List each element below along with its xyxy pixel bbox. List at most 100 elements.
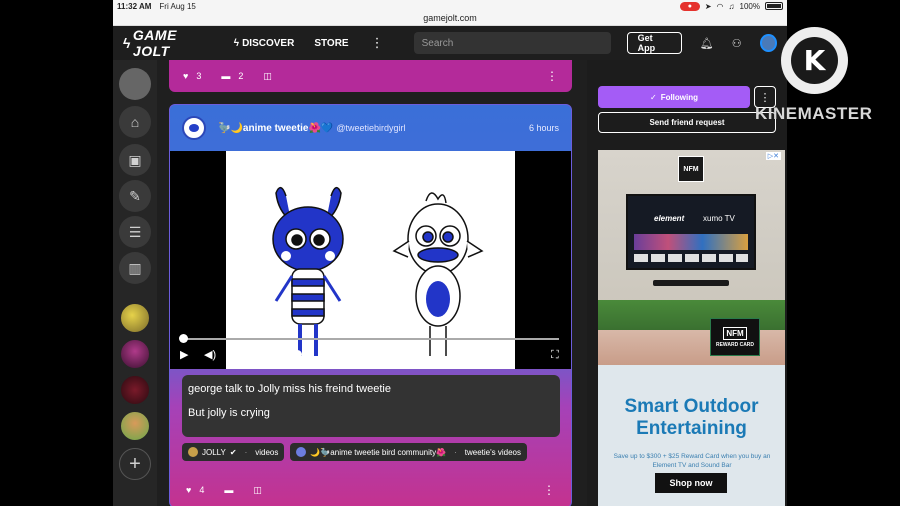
left-sidebar: ⌂ ▣ ✎ ☰ ▥ + bbox=[113, 60, 157, 506]
add-community-icon[interactable]: + bbox=[119, 448, 151, 480]
send-friend-request-button[interactable]: Send friend request bbox=[598, 112, 776, 133]
post-more-icon[interactable]: ⋮ bbox=[546, 69, 558, 83]
user-avatar[interactable] bbox=[759, 34, 777, 52]
previous-post-actions: ♥ 3 ▬ 2 ◫ ⋮ bbox=[169, 60, 572, 92]
sidebar-community-2[interactable] bbox=[119, 338, 151, 370]
post-more-icon[interactable]: ⋮ bbox=[543, 483, 555, 497]
screen: 11:32 AM Fri Aug 15 ● ➤ ◠ ♫ 100% gamejol… bbox=[0, 0, 900, 506]
discover-link[interactable]: ϟ DISCOVER bbox=[234, 38, 295, 49]
tv-platform-text: xumo TV bbox=[703, 214, 735, 223]
like-icon[interactable]: ♥ bbox=[183, 71, 188, 81]
post-card: 🦤🌙anime tweetie🌺💙 @tweetiebirdygirl 6 ho… bbox=[169, 104, 572, 506]
community-name: 🌙🦤anime tweetie bird community🌺 bbox=[310, 447, 447, 457]
caption-line-2: But jolly is crying bbox=[188, 407, 270, 419]
volume-fill bbox=[226, 354, 295, 356]
tv-apps bbox=[634, 254, 748, 262]
previous-likes-count: 3 bbox=[196, 71, 202, 81]
kinemaster-logo: K bbox=[781, 27, 848, 94]
top-nav: ϟ GAME JOLT ϟ DISCOVER STORE ⋮ Search Ge… bbox=[113, 26, 787, 60]
library-icon[interactable]: ▥ bbox=[119, 252, 151, 284]
check-icon: ✓ bbox=[649, 92, 657, 102]
community-avatar-icon bbox=[296, 447, 307, 457]
following-button[interactable]: ✓ Following bbox=[598, 86, 750, 108]
post-time: 6 hours bbox=[528, 123, 559, 133]
verified-icon: ✔ bbox=[229, 447, 237, 457]
video-player[interactable]: ▶ ◀) ⛶ bbox=[170, 151, 571, 369]
community-name: JOLLY bbox=[202, 447, 226, 457]
comment-icon[interactable]: ▬ bbox=[221, 71, 230, 81]
tv-tiles bbox=[634, 234, 748, 250]
quests-icon[interactable]: ✎ bbox=[119, 180, 151, 212]
tag-separator: · bbox=[454, 447, 457, 457]
shop-now-button[interactable]: Shop now bbox=[655, 473, 727, 493]
following-label: Following bbox=[660, 92, 699, 102]
inventory-icon[interactable]: ▣ bbox=[119, 144, 151, 176]
channel-name: videos bbox=[255, 447, 279, 457]
sticker-icon[interactable]: ◫ bbox=[263, 71, 272, 82]
volume-slider[interactable] bbox=[226, 354, 298, 356]
tv-brand-text: element bbox=[654, 214, 685, 223]
like-icon[interactable]: ♥ bbox=[186, 485, 191, 495]
status-date: Fri Aug 15 bbox=[159, 1, 196, 11]
friends-icon[interactable]: ⚇ bbox=[732, 37, 742, 50]
volume-icon[interactable]: ◀) bbox=[204, 349, 216, 361]
channel-name: tweetie's videos bbox=[464, 447, 521, 457]
sticker-icon[interactable]: ◫ bbox=[253, 485, 262, 496]
bolt-icon: ϟ bbox=[123, 35, 131, 51]
search-input[interactable]: Search bbox=[413, 32, 611, 54]
reward-label: REWARD CARD bbox=[715, 341, 755, 348]
progress-handle[interactable] bbox=[179, 334, 188, 343]
headphones-icon: ♫ bbox=[728, 1, 735, 11]
sidebar-community-1[interactable] bbox=[119, 302, 151, 334]
reward-card: NFM REWARD CARD bbox=[710, 318, 760, 356]
sidebar-home-avatar[interactable] bbox=[119, 68, 151, 100]
status-time: 11:32 AM bbox=[117, 1, 152, 11]
gamejolt-logo[interactable]: ϟ GAME JOLT bbox=[123, 27, 214, 59]
video-progress-bar[interactable] bbox=[182, 338, 559, 340]
volume-handle[interactable] bbox=[293, 350, 302, 359]
fullscreen-icon[interactable]: ⛶ bbox=[551, 349, 559, 361]
play-icon[interactable]: ▶ bbox=[180, 349, 188, 361]
sidebar-community-3[interactable] bbox=[119, 374, 151, 406]
store-icon[interactable]: ⌂ bbox=[119, 106, 151, 138]
post-header: 🦤🌙anime tweetie🌺💙 @tweetiebirdygirl 6 ho… bbox=[170, 105, 571, 151]
url-bar[interactable]: gamejolt.com bbox=[113, 12, 787, 26]
advertisement[interactable]: ▷✕ NFM element xumo TV NFM REWARD CARD S… bbox=[598, 150, 785, 506]
ad-subtext: Save up to $300 + $25 Reward Card when y… bbox=[613, 453, 771, 469]
feed: ♥ 3 ▬ 2 ◫ ⋮ 🦤🌙anime tweetie🌺💙 @tweetiebi… bbox=[157, 60, 587, 506]
author-handle[interactable]: @tweetiebirdygirl bbox=[336, 123, 405, 133]
previous-comments-count: 2 bbox=[238, 71, 244, 81]
comment-icon[interactable]: ▬ bbox=[224, 485, 233, 495]
logo-text: GAME JOLT bbox=[132, 27, 177, 59]
battery-percent: 100% bbox=[739, 1, 760, 11]
author-avatar[interactable] bbox=[182, 116, 206, 140]
discover-label: DISCOVER bbox=[242, 37, 295, 49]
more-menu-icon[interactable]: ⋮ bbox=[371, 35, 384, 51]
right-panel: ✓ Following ⋮ Send friend request ▷✕ NFM… bbox=[587, 60, 787, 506]
get-app-button[interactable]: Get App bbox=[626, 32, 682, 54]
status-right: ● ➤ ◠ ♫ 100% bbox=[679, 1, 783, 11]
chat-icon[interactable]: ☰ bbox=[119, 216, 151, 248]
store-link[interactable]: STORE bbox=[314, 38, 348, 49]
ad-tv: element xumo TV bbox=[626, 194, 756, 270]
author-name[interactable]: 🦤🌙anime tweetie🌺💙 bbox=[218, 123, 333, 134]
post-actions: ♥ 4 ▬ ◫ ⋮ bbox=[170, 475, 571, 505]
community-tags: JOLLY ✔ · videos 🌙🦤anime tweetie bird co… bbox=[182, 443, 527, 461]
caption-line-1: george talk to Jolly miss his freind twe… bbox=[188, 383, 391, 395]
play-overlay-icon[interactable] bbox=[360, 251, 380, 275]
battery-icon bbox=[765, 2, 783, 10]
community-tag-tweetie[interactable]: 🌙🦤anime tweetie bird community🌺 · tweeti… bbox=[290, 443, 527, 461]
tag-separator: · bbox=[244, 447, 248, 457]
ad-headline: Smart Outdoor Entertaining bbox=[624, 396, 759, 439]
location-icon: ➤ bbox=[704, 1, 712, 11]
status-bar: 11:32 AM Fri Aug 15 ● ➤ ◠ ♫ 100% bbox=[113, 0, 787, 12]
sidebar-community-4[interactable] bbox=[119, 410, 151, 442]
kinemaster-k: K bbox=[803, 44, 826, 77]
community-tag-jolly[interactable]: JOLLY ✔ · videos bbox=[182, 443, 285, 461]
wifi-icon: ◠ bbox=[716, 1, 724, 11]
bolt-small-icon: ϟ bbox=[233, 37, 240, 49]
ad-soundbar bbox=[653, 280, 729, 286]
bell-icon[interactable]: 🔔︎ bbox=[700, 37, 714, 50]
likes-count: 4 bbox=[199, 485, 205, 495]
ad-choices-icon[interactable]: ▷✕ bbox=[765, 152, 781, 160]
